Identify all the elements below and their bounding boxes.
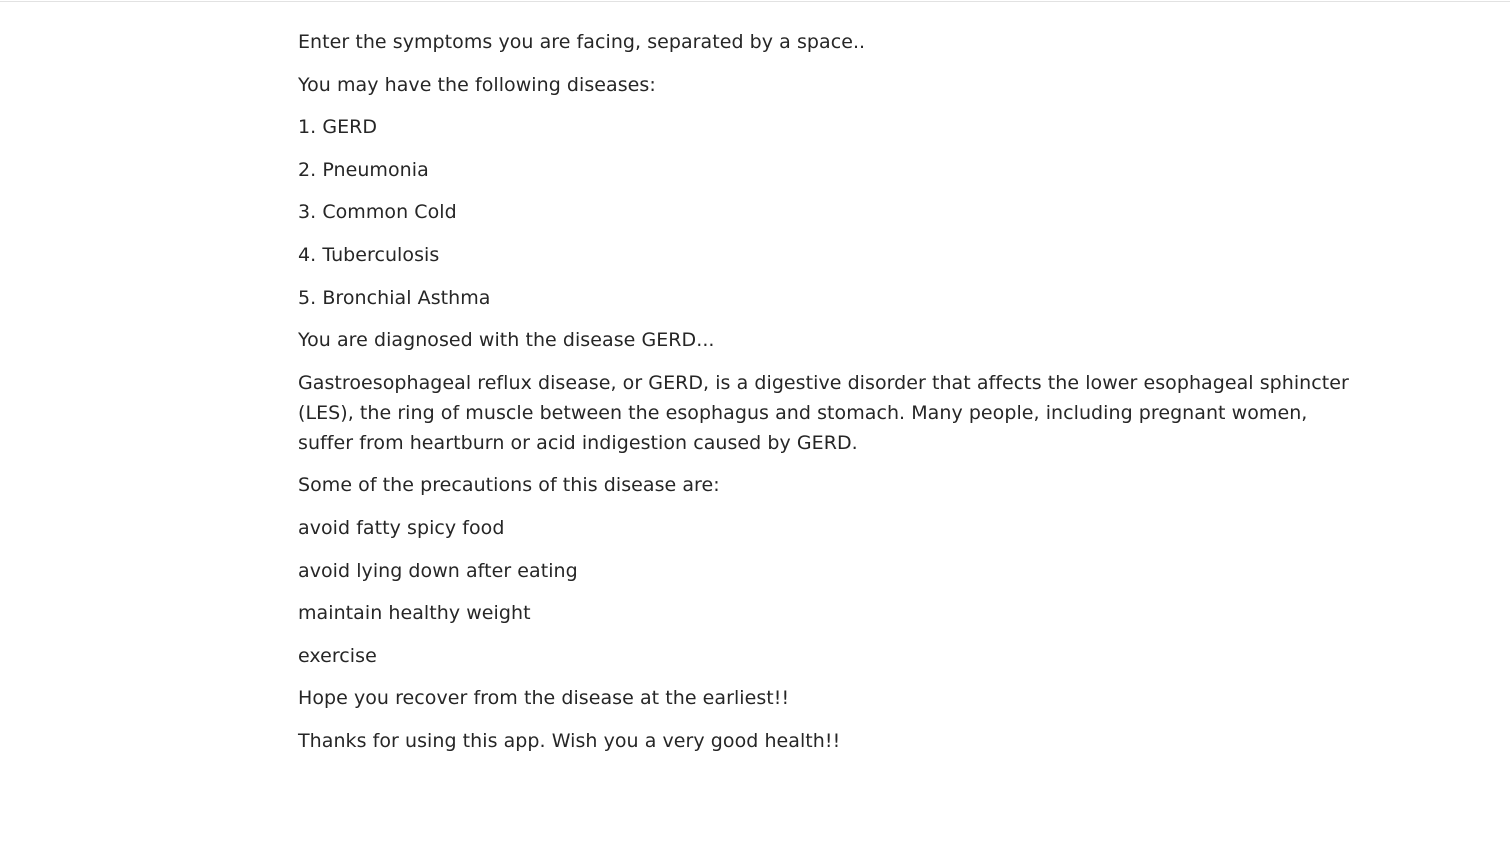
app-output: Enter the symptoms you are facing, separ… [298, 27, 1368, 769]
thanks-message: Thanks for using this app. Wish you a ve… [298, 729, 841, 752]
disease-item: 2. Pneumonia [298, 158, 429, 181]
diagnosis-text: You are diagnosed with the disease GERD.… [298, 329, 715, 352]
precautions-list: avoid fatty spicy food avoid lying down … [298, 513, 1368, 671]
disease-description: Gastroesophageal reflux disease, or GERD… [298, 371, 1349, 454]
precaution-item: exercise [298, 644, 377, 667]
diseases-intro: You may have the following diseases: [298, 73, 656, 96]
precaution-item: avoid fatty spicy food [298, 516, 505, 539]
precaution-item: maintain healthy weight [298, 602, 531, 625]
recovery-message: Hope you recover from the disease at the… [298, 687, 790, 710]
precautions-intro: Some of the precautions of this disease … [298, 474, 720, 497]
disease-list: 1. GERD 2. Pneumonia 3. Common Cold 4. T… [298, 112, 1368, 312]
disease-item: 3. Common Cold [298, 201, 457, 224]
precaution-item: avoid lying down after eating [298, 559, 578, 582]
symptoms-prompt: Enter the symptoms you are facing, separ… [298, 31, 866, 53]
disease-item: 4. Tuberculosis [298, 243, 440, 266]
top-divider [0, 0, 1510, 2]
disease-item: 1. GERD [298, 116, 378, 139]
disease-item: 5. Bronchial Asthma [298, 286, 491, 309]
